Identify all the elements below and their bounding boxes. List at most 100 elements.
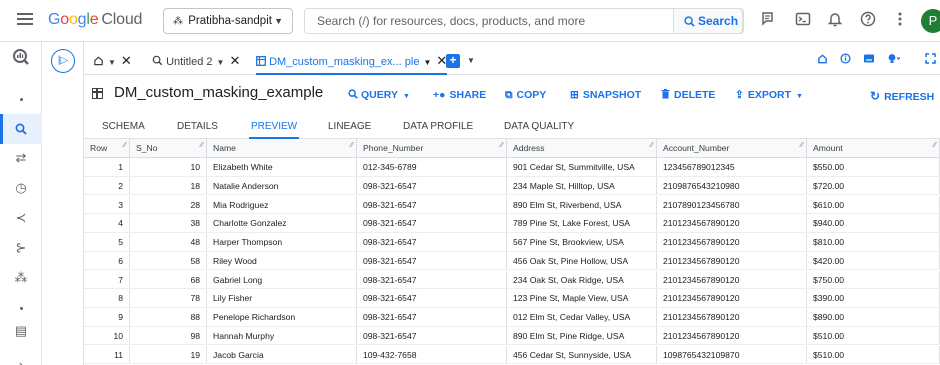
table-cell-amount[interactable]: $510.00 bbox=[807, 345, 940, 364]
table-cell-phone-number[interactable]: 012-345-6789 bbox=[357, 158, 507, 176]
close-icon[interactable]: ✕ bbox=[229, 53, 240, 68]
table-cell-amount[interactable]: $750.00 bbox=[807, 270, 940, 289]
table-cell-amount[interactable]: $810.00 bbox=[807, 233, 940, 251]
resize-handle-icon[interactable]: ⁄⁄ bbox=[124, 139, 126, 155]
table-cell-amount[interactable]: $550.00 bbox=[807, 158, 940, 176]
table-cell-account-number[interactable]: 1098765432109870 bbox=[657, 345, 807, 364]
table-cell-account-number[interactable]: 2101234567890120 bbox=[657, 214, 807, 232]
tab-dm-custom-masking[interactable]: DM_custom_masking_ex... ple ▼ ✕ bbox=[256, 48, 448, 75]
query-button[interactable]: QUERY ▼ bbox=[348, 89, 410, 101]
table-cell-name[interactable]: Harper Thompson bbox=[207, 233, 357, 251]
close-icon[interactable]: ✕ bbox=[121, 53, 132, 68]
column-header-account-number[interactable]: Account_Number ⁄⁄ bbox=[657, 139, 807, 157]
table-cell-account-number[interactable]: 123456789012345 bbox=[657, 158, 807, 176]
search-box[interactable]: Search (/) for resources, docs, products… bbox=[304, 8, 744, 34]
table-cell-s-no[interactable]: 18 bbox=[130, 176, 207, 195]
table-cell-row[interactable]: 5 bbox=[84, 233, 130, 251]
table-cell-account-number[interactable]: 2101234567890120 bbox=[657, 308, 807, 326]
table-cell-account-number[interactable]: 2101234567890120 bbox=[657, 326, 807, 345]
table-cell-address[interactable]: 901 Cedar St, Summitville, USA bbox=[507, 158, 657, 176]
table-cell-account-number[interactable]: 2101234567890120 bbox=[657, 289, 807, 307]
table-cell-row[interactable]: 10 bbox=[84, 326, 130, 345]
table-cell-s-no[interactable]: 78 bbox=[130, 289, 207, 307]
table-cell-s-no[interactable]: 98 bbox=[130, 326, 207, 345]
table-cell-account-number[interactable]: 2109876543210980 bbox=[657, 176, 807, 195]
sidebar-item-sharing[interactable]: ≺ bbox=[0, 203, 42, 233]
tab-home[interactable]: ▼ ✕ bbox=[93, 48, 132, 75]
table-cell-name[interactable]: Riley Wood bbox=[207, 251, 357, 270]
table-cell-phone-number[interactable]: 098-321-6547 bbox=[357, 251, 507, 270]
table-cell-row[interactable]: 8 bbox=[84, 289, 130, 307]
column-header-row[interactable]: Row ⁄⁄ bbox=[84, 139, 130, 157]
table-cell-row[interactable]: 4 bbox=[84, 214, 130, 232]
table-cell-s-no[interactable]: 10 bbox=[130, 158, 207, 176]
table-cell-phone-number[interactable]: 098-321-6547 bbox=[357, 176, 507, 195]
table-cell-account-number[interactable]: 2101234567890120 bbox=[657, 233, 807, 251]
table-cell-address[interactable]: 456 Oak St, Pine Hollow, USA bbox=[507, 251, 657, 270]
table-cell-phone-number[interactable]: 098-321-6547 bbox=[357, 326, 507, 345]
column-header-name[interactable]: Name ⁄⁄ bbox=[207, 139, 357, 157]
delete-button[interactable]: DELETE bbox=[661, 89, 715, 101]
cloud-shell-icon[interactable] bbox=[793, 11, 813, 31]
table-cell-amount[interactable]: $420.00 bbox=[807, 251, 940, 270]
table-cell-row[interactable]: 7 bbox=[84, 270, 130, 289]
snapshot-button[interactable]: ⊞ SNAPSHOT bbox=[570, 89, 641, 101]
gemini-chat-icon[interactable] bbox=[759, 11, 779, 31]
column-header-s-no[interactable]: S_No ⁄⁄ bbox=[130, 139, 207, 157]
table-cell-s-no[interactable]: 58 bbox=[130, 251, 207, 270]
home-icon[interactable] bbox=[817, 53, 828, 67]
sidebar-item-explorer[interactable] bbox=[0, 114, 42, 144]
menu-icon[interactable] bbox=[17, 13, 33, 27]
table-cell-address[interactable]: 890 Elm St, Pine Ridge, USA bbox=[507, 326, 657, 345]
table-cell-row[interactable]: 9 bbox=[84, 308, 130, 326]
table-cell-address[interactable]: 234 Oak St, Oak Ridge, USA bbox=[507, 270, 657, 289]
resize-handle-icon[interactable]: ⁄⁄ bbox=[934, 139, 936, 155]
resize-handle-icon[interactable]: ⁄⁄ bbox=[501, 139, 503, 155]
table-cell-name[interactable]: Hannah Murphy bbox=[207, 326, 357, 345]
table-cell-row[interactable]: 11 bbox=[84, 345, 130, 364]
table-cell-account-number[interactable]: 2107890123456780 bbox=[657, 195, 807, 214]
sidebar-item-release-notes[interactable]: ▤ bbox=[0, 316, 42, 346]
table-cell-phone-number[interactable]: 098-321-6547 bbox=[357, 289, 507, 307]
resize-handle-icon[interactable]: ⁄⁄ bbox=[351, 139, 353, 155]
sidebar-item-pipelines[interactable]: ⊱ bbox=[0, 233, 42, 263]
help-icon[interactable] bbox=[858, 11, 878, 31]
add-tab-button[interactable]: + bbox=[446, 54, 460, 68]
table-cell-amount[interactable]: $890.00 bbox=[807, 308, 940, 326]
table-cell-name[interactable]: Gabriel Long bbox=[207, 270, 357, 289]
table-cell-account-number[interactable]: 2101234567890120 bbox=[657, 270, 807, 289]
table-cell-row[interactable]: 2 bbox=[84, 176, 130, 195]
table-cell-phone-number[interactable]: 098-321-6547 bbox=[357, 214, 507, 232]
copy-button[interactable]: ⧉ COPY bbox=[505, 89, 546, 102]
chevron-down-icon[interactable]: ▼ bbox=[108, 58, 116, 67]
sidebar-item-collapse[interactable]: › bbox=[0, 350, 42, 365]
tips-icon[interactable] bbox=[887, 53, 901, 67]
fullscreen-icon[interactable] bbox=[925, 53, 936, 67]
table-cell-s-no[interactable]: 68 bbox=[130, 270, 207, 289]
chevron-down-icon[interactable]: ▼ bbox=[217, 58, 225, 67]
refresh-button[interactable]: ↻ REFRESH bbox=[870, 89, 934, 103]
table-cell-row[interactable]: 1 bbox=[84, 158, 130, 176]
table-cell-account-number[interactable]: 2101234567890120 bbox=[657, 251, 807, 270]
table-cell-phone-number[interactable]: 098-321-6547 bbox=[357, 308, 507, 326]
table-cell-address[interactable]: 890 Elm St, Riverbend, USA bbox=[507, 195, 657, 214]
table-cell-address[interactable]: 012 Elm St, Cedar Valley, USA bbox=[507, 308, 657, 326]
column-header-phone-number[interactable]: Phone_Number ⁄⁄ bbox=[357, 139, 507, 157]
table-cell-row[interactable]: 6 bbox=[84, 251, 130, 270]
table-cell-amount[interactable]: $940.00 bbox=[807, 214, 940, 232]
table-cell-address[interactable]: 123 Pine St, Maple View, USA bbox=[507, 289, 657, 307]
tab-data-profile[interactable]: DATA PROFILE bbox=[403, 121, 473, 139]
tab-preview[interactable]: PREVIEW bbox=[249, 121, 300, 139]
table-cell-s-no[interactable]: 48 bbox=[130, 233, 207, 251]
table-cell-address[interactable]: 789 Pine St, Lake Forest, USA bbox=[507, 214, 657, 232]
table-cell-phone-number[interactable]: 098-321-6547 bbox=[357, 233, 507, 251]
table-cell-address[interactable]: 234 Maple St, Hilltop, USA bbox=[507, 176, 657, 195]
google-cloud-logo[interactable]: Google Cloud bbox=[48, 11, 142, 29]
table-cell-phone-number[interactable]: 098-321-6547 bbox=[357, 270, 507, 289]
tab-lineage[interactable]: LINEAGE bbox=[328, 121, 371, 139]
search-input[interactable]: Search (/) for resources, docs, products… bbox=[317, 9, 585, 33]
explorer-toggle-button[interactable]: |▷ bbox=[51, 49, 75, 73]
more-vert-icon[interactable] bbox=[890, 11, 910, 31]
search-button[interactable]: Search bbox=[673, 8, 743, 34]
project-selector[interactable]: ⁂ Pratibha-sandpit ▼ bbox=[163, 8, 293, 34]
